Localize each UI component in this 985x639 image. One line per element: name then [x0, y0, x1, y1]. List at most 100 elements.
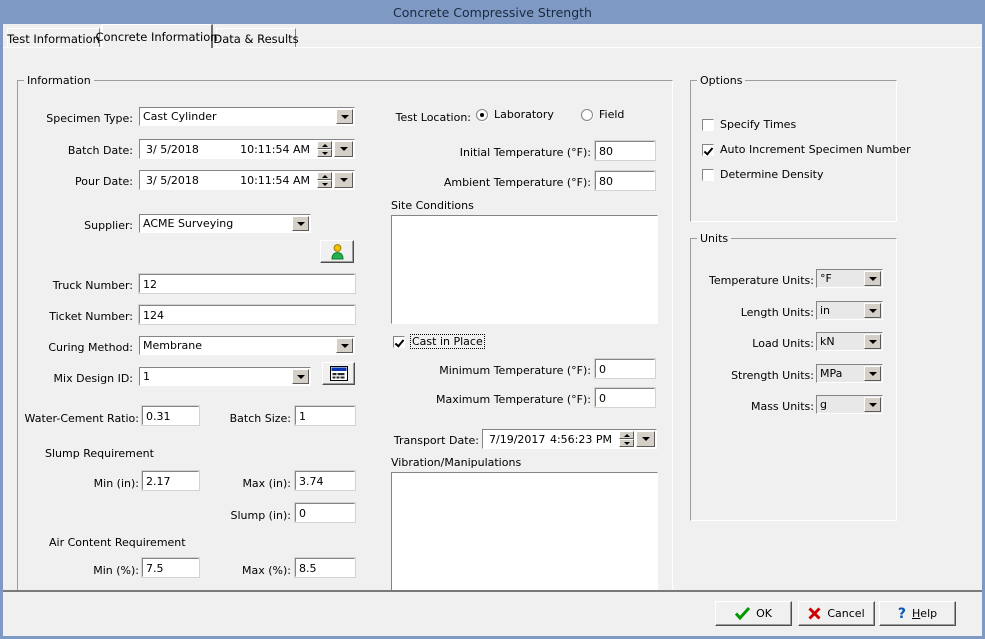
- air-max-value: 8.5: [299, 562, 317, 575]
- ok-label: OK: [756, 607, 772, 620]
- air-max-input[interactable]: 8.5: [295, 558, 355, 577]
- tab-strip: Test Information Concrete Information Da…: [3, 24, 982, 48]
- chevron-down-icon[interactable]: [292, 369, 309, 384]
- length-units-label: Length Units:: [698, 306, 814, 319]
- checkbox-icon[interactable]: [702, 169, 714, 181]
- specimen-type-combo[interactable]: Cast Cylinder: [139, 107, 355, 126]
- water-cement-ratio-input[interactable]: 0.31: [142, 406, 199, 425]
- test-location-radio-field[interactable]: Field: [581, 108, 624, 121]
- temperature-units-label: Temperature Units:: [698, 274, 814, 287]
- chevron-down-icon[interactable]: [864, 271, 881, 286]
- checkbox-icon[interactable]: [393, 336, 405, 348]
- units-group-title: Units: [697, 232, 731, 245]
- mix-design-lookup-button[interactable]: [322, 362, 355, 385]
- batch-date-picker[interactable]: 3/ 5/2018 10:11:54 AM: [139, 139, 355, 159]
- ticket-number-input[interactable]: 124: [139, 305, 355, 324]
- maximum-temperature-value: 0: [599, 392, 606, 405]
- cast-in-place-checkbox[interactable]: Cast in Place: [393, 335, 484, 348]
- batch-date-dropdown-icon[interactable]: [334, 141, 353, 157]
- tab-label: Concrete Information: [95, 30, 217, 44]
- transport-date-spinner[interactable]: [619, 431, 634, 447]
- mix-design-id-combo[interactable]: 1: [139, 367, 311, 386]
- site-conditions-textarea[interactable]: [391, 215, 658, 324]
- temperature-units-value: °F: [820, 272, 832, 285]
- temperature-units-combo[interactable]: °F: [816, 269, 883, 288]
- vibration-textarea[interactable]: [391, 472, 658, 593]
- batch-size-value: 1: [299, 410, 306, 423]
- chevron-down-icon[interactable]: [864, 397, 881, 412]
- supplier-lookup-button[interactable]: [320, 240, 354, 263]
- spinner-down-icon[interactable]: [317, 149, 332, 157]
- slump-label: Slump (in):: [199, 509, 291, 522]
- slump-min-input[interactable]: 2.17: [142, 471, 199, 490]
- pour-date-dropdown-icon[interactable]: [334, 172, 353, 188]
- strength-units-label: Strength Units:: [698, 369, 814, 382]
- pour-date-spinner[interactable]: [317, 172, 332, 188]
- load-units-combo[interactable]: kN: [816, 332, 883, 351]
- load-units-label: Load Units:: [698, 337, 814, 350]
- slump-max-input[interactable]: 3.74: [295, 471, 355, 490]
- water-cement-ratio-label: Water-Cement Ratio:: [13, 412, 139, 425]
- pour-date-label: Pour Date:: [23, 175, 133, 188]
- spinner-up-icon[interactable]: [317, 172, 332, 180]
- options-group-title: Options: [697, 74, 745, 87]
- strength-units-combo[interactable]: MPa: [816, 364, 883, 383]
- air-min-input[interactable]: 7.5: [142, 558, 199, 577]
- strength-units-value: MPa: [820, 367, 842, 380]
- slump-input[interactable]: 0: [295, 503, 355, 522]
- radio-icon[interactable]: [476, 109, 488, 121]
- initial-temperature-input[interactable]: 80: [595, 141, 655, 160]
- spinner-down-icon[interactable]: [317, 180, 332, 188]
- checkbox-icon[interactable]: [702, 119, 714, 131]
- chevron-down-icon[interactable]: [292, 216, 309, 231]
- minimum-temperature-input[interactable]: 0: [595, 359, 655, 378]
- spinner-up-icon[interactable]: [619, 431, 634, 439]
- transport-date-dropdown-icon[interactable]: [636, 431, 655, 447]
- spinner-up-icon[interactable]: [317, 141, 332, 149]
- radio-label: Laboratory: [494, 108, 554, 121]
- ambient-temperature-value: 80: [599, 175, 613, 188]
- mass-units-combo[interactable]: g: [816, 395, 883, 414]
- truck-number-input[interactable]: 12: [139, 274, 355, 293]
- option-determine-density[interactable]: Determine Density: [702, 168, 823, 181]
- radio-label: Field: [599, 108, 624, 121]
- slump-max-value: 3.74: [299, 475, 324, 488]
- supplier-combo[interactable]: ACME Surveying: [139, 214, 311, 233]
- option-auto-increment-specimen-number[interactable]: Auto Increment Specimen Number: [702, 143, 911, 156]
- minimum-temperature-label: Minimum Temperature (°F):: [403, 364, 591, 377]
- transport-date-picker[interactable]: 7/19/2017 4:56:23 PM: [482, 429, 657, 449]
- curing-method-combo[interactable]: Membrane: [139, 336, 355, 355]
- batch-size-input[interactable]: 1: [295, 406, 355, 425]
- chevron-down-icon[interactable]: [336, 338, 353, 353]
- minimum-temperature-value: 0: [599, 363, 606, 376]
- maximum-temperature-input[interactable]: 0: [595, 388, 655, 407]
- checkbox-icon[interactable]: [702, 144, 714, 156]
- chevron-down-icon[interactable]: [864, 366, 881, 381]
- help-label: Help: [912, 607, 937, 620]
- chevron-down-icon[interactable]: [864, 303, 881, 318]
- help-button[interactable]: ? Help: [879, 601, 956, 626]
- tab-label: Data & Results: [213, 32, 298, 46]
- information-group-title: Information: [24, 74, 94, 87]
- chevron-down-icon[interactable]: [336, 109, 353, 124]
- batch-date-spinner[interactable]: [317, 141, 332, 157]
- test-location-radio-laboratory[interactable]: Laboratory: [476, 108, 554, 121]
- check-icon: [735, 607, 750, 620]
- length-units-combo[interactable]: in: [816, 301, 883, 320]
- option-label: Auto Increment Specimen Number: [720, 143, 911, 156]
- tab-data-results[interactable]: Data & Results: [216, 28, 296, 48]
- tab-test-information[interactable]: Test Information: [7, 28, 100, 48]
- batch-date-label: Batch Date:: [23, 144, 133, 157]
- ambient-temperature-input[interactable]: 80: [595, 171, 655, 190]
- pour-date-picker[interactable]: 3/ 5/2018 10:11:54 AM: [139, 170, 355, 190]
- tab-concrete-information[interactable]: Concrete Information: [101, 24, 213, 48]
- cancel-button[interactable]: Cancel: [798, 601, 875, 626]
- ticket-number-label: Ticket Number:: [23, 310, 133, 323]
- curing-method-value: Membrane: [143, 339, 202, 352]
- radio-icon[interactable]: [581, 109, 593, 121]
- ok-button[interactable]: OK: [715, 601, 792, 626]
- spinner-down-icon[interactable]: [619, 439, 634, 447]
- air-max-label: Max (%):: [203, 564, 291, 577]
- chevron-down-icon[interactable]: [864, 334, 881, 349]
- option-specify-times[interactable]: Specify Times: [702, 118, 796, 131]
